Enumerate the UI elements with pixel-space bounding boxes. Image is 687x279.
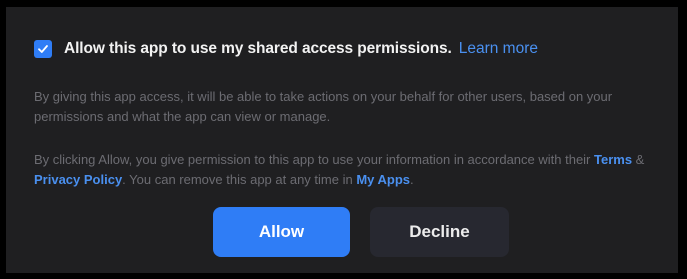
legal-text-3: . You can remove this app at any time in <box>122 172 357 187</box>
terms-link[interactable]: Terms <box>594 152 632 167</box>
privacy-policy-link[interactable]: Privacy Policy <box>34 172 122 187</box>
consent-label: Allow this app to use my shared access p… <box>64 40 452 57</box>
consent-row: Allow this app to use my shared access p… <box>34 40 538 58</box>
access-description: By giving this app access, it will be ab… <box>34 89 613 124</box>
decline-button[interactable]: Decline <box>370 207 509 257</box>
legal-notice: By clicking Allow, you give permission t… <box>34 150 674 190</box>
learn-more-link[interactable]: Learn more <box>459 40 538 58</box>
legal-text-2: & <box>632 152 645 167</box>
consent-checkbox[interactable] <box>34 40 52 58</box>
my-apps-link[interactable]: My Apps <box>356 172 410 187</box>
legal-text-1: By clicking Allow, you give permission t… <box>34 152 594 167</box>
checkmark-icon <box>38 45 48 53</box>
allow-button[interactable]: Allow <box>213 207 350 257</box>
legal-text-4: . <box>410 172 414 187</box>
permission-dialog: Allow this app to use my shared access p… <box>6 7 678 273</box>
